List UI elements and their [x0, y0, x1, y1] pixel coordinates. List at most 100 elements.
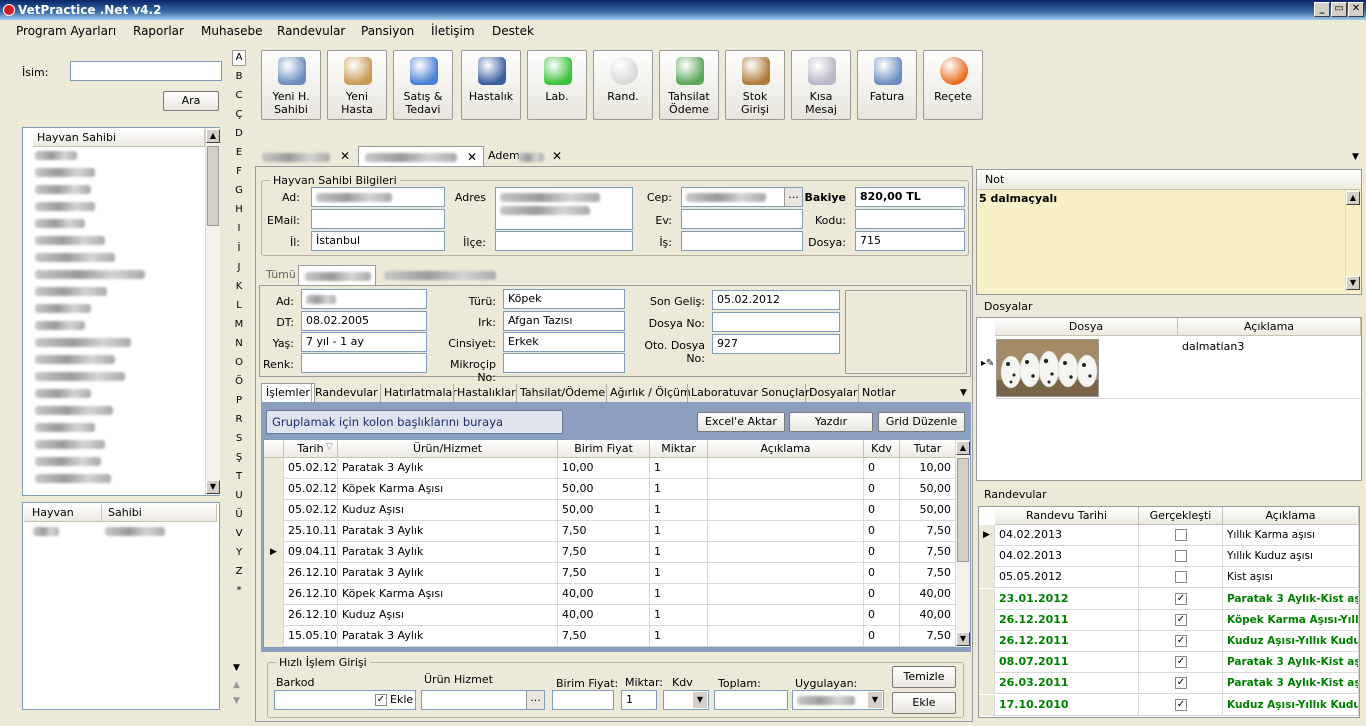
done-checkbox[interactable]: ✓	[1175, 592, 1187, 605]
table-row[interactable]: 26.12.10 Köpek Karma Aşısı 40,00 1 0 40,00	[264, 584, 956, 605]
appointment-row[interactable]: 04.02.2013 Yıllık Kuduz aşısı	[979, 546, 1359, 568]
unit-price-field[interactable]	[552, 690, 614, 710]
tab-overflow-icon[interactable]: ▼	[1352, 152, 1359, 162]
done-checkbox[interactable]	[1175, 571, 1187, 584]
alpha-letter[interactable]: D	[232, 128, 246, 139]
table-cell[interactable]: Kuduz Aşısı	[338, 500, 558, 521]
owner-name-field[interactable]	[311, 187, 445, 207]
alpha-letter[interactable]: U	[232, 490, 246, 501]
add-button[interactable]: Ekle	[892, 692, 956, 714]
menu-reports[interactable]: Raporlar	[133, 24, 184, 38]
table-cell[interactable]: 0	[864, 605, 900, 626]
alpha-letter[interactable]: J	[232, 262, 246, 273]
row-selector[interactable]	[979, 588, 995, 610]
table-cell[interactable]: 10,00	[558, 458, 650, 479]
table-cell[interactable]: 50,00	[900, 479, 956, 500]
table-cell[interactable]: 50,00	[900, 500, 956, 521]
table-cell[interactable]: 7,50	[558, 563, 650, 584]
owner-list[interactable]: Hayvan Sahibi ▲ ▼	[22, 127, 220, 496]
menu-accounting[interactable]: Muhasebe	[201, 24, 263, 38]
appt-header-done[interactable]: Gerçekleşti	[1139, 507, 1223, 525]
table-cell[interactable]: Paratak 3 Aylık	[338, 521, 558, 542]
detail-tab[interactable]: Tahsilat/Ödeme	[516, 384, 605, 402]
appointments-grid[interactable]: Randevu Tarihi Gerçekleşti Açıklama ▶ 04.…	[978, 506, 1360, 718]
alpha-letter[interactable]: A	[232, 52, 246, 63]
table-cell[interactable]	[708, 584, 864, 605]
table-row[interactable]: 26.12.10 Kuduz Aşısı 40,00 1 0 40,00	[264, 605, 956, 626]
appointment-done-cell[interactable]: ✓	[1139, 631, 1223, 652]
minimize-button[interactable]: _	[1314, 2, 1330, 17]
table-cell[interactable]: 0	[864, 584, 900, 605]
alpha-scroll-down-icon[interactable]: ▼	[233, 663, 240, 673]
toolbar-button-stethoscope[interactable]: Hastalık	[461, 50, 521, 120]
pet-color-field[interactable]	[301, 353, 427, 373]
table-cell[interactable]: 1	[650, 563, 708, 584]
done-checkbox[interactable]	[1175, 529, 1187, 541]
appointment-date[interactable]: 04.02.2013	[995, 525, 1139, 546]
alpha-scroll-down2-icon[interactable]: ▼	[233, 696, 240, 706]
alpha-scroll-up-icon[interactable]: ▲	[233, 680, 240, 690]
row-selector[interactable]	[979, 546, 995, 568]
appointment-description[interactable]: Yıllık Kuduz aşısı	[1223, 546, 1359, 568]
appointment-date[interactable]: 26.12.2011	[995, 609, 1139, 631]
detail-tab[interactable]: Dosyalar	[805, 384, 858, 402]
applied-by-select[interactable]: ▼	[792, 690, 884, 710]
toolbar-button-medicine[interactable]: Satış & Tedavi	[393, 50, 453, 120]
pet-list[interactable]: Hayvan Sahibi	[22, 502, 220, 710]
table-cell[interactable]: 7,50	[900, 626, 956, 647]
toolbar-button-envelope[interactable]: Kısa Mesaj	[791, 50, 851, 120]
detail-tab[interactable]: Hastalıklar	[453, 384, 516, 402]
table-row[interactable]: 05.02.12 Kuduz Aşısı 50,00 1 0 50,00	[264, 500, 956, 521]
alpha-letter[interactable]: C	[232, 90, 246, 101]
pet-species-field[interactable]: Köpek	[503, 289, 625, 309]
table-cell[interactable]: 50,00	[558, 500, 650, 521]
table-cell[interactable]: 50,00	[558, 479, 650, 500]
total-field[interactable]	[714, 690, 788, 710]
alpha-letter[interactable]: Ö	[232, 376, 246, 387]
owner-code-field[interactable]	[855, 209, 965, 229]
alpha-letter[interactable]: İ	[232, 243, 246, 254]
appointment-done-cell[interactable]: ✓	[1139, 673, 1223, 695]
detail-tab[interactable]: Hatırlatmalar	[380, 384, 457, 402]
owner-list-header[interactable]: Hayvan Sahibi	[33, 129, 205, 147]
alpha-letter[interactable]: Ş	[232, 452, 246, 463]
appointment-done-cell[interactable]	[1139, 546, 1223, 568]
row-selector[interactable]	[264, 500, 284, 521]
appointment-date[interactable]: 26.03.2011	[995, 673, 1139, 695]
toolbar-button-lab-bottle[interactable]: Lab.	[527, 50, 587, 120]
appointment-done-cell[interactable]: ✓	[1139, 652, 1223, 674]
row-selector[interactable]	[979, 567, 995, 589]
group-by-area[interactable]: Gruplamak için kolon başlıklarını buraya…	[266, 410, 563, 451]
files-header-description[interactable]: Açıklama	[1178, 318, 1361, 336]
operations-grid[interactable]: Tarih Ürün/Hizmet Birim Fiyat Miktar Açıklam…	[263, 439, 971, 648]
appointment-done-cell[interactable]: ✓	[1139, 609, 1223, 631]
row-selector[interactable]	[979, 694, 995, 716]
row-selector[interactable]	[264, 563, 284, 584]
appointment-date[interactable]: 04.02.2013	[995, 546, 1139, 568]
alpha-letter[interactable]: P	[232, 395, 246, 406]
grid-layout-button[interactable]: Grid Düzenle	[878, 412, 965, 432]
alpha-letter[interactable]: N	[232, 338, 246, 349]
export-excel-button[interactable]: Excel'e Aktar	[697, 412, 785, 432]
table-row[interactable]: 05.02.12 Paratak 3 Aylık 10,00 1 0 10,00	[264, 458, 956, 479]
alpha-letter[interactable]: B	[232, 71, 246, 82]
table-cell[interactable]: 1	[650, 542, 708, 563]
table-cell[interactable]: Paratak 3 Aylık	[338, 458, 558, 479]
close-tab-icon[interactable]: ✕	[467, 149, 477, 165]
pet-photo-box[interactable]	[845, 290, 967, 374]
pet-list-header-pet[interactable]: Hayvan	[24, 504, 102, 522]
scroll-up-icon[interactable]: ▲	[956, 441, 970, 455]
table-cell[interactable]: Köpek Karma Aşısı	[338, 479, 558, 500]
ops-header-1[interactable]: Ürün/Hizmet	[338, 440, 558, 458]
done-checkbox[interactable]	[1175, 550, 1187, 563]
pet-list-header-owner[interactable]: Sahibi	[102, 504, 217, 522]
table-cell[interactable]: 15.05.10	[284, 626, 338, 647]
owner-district-field[interactable]	[495, 231, 633, 251]
table-cell[interactable]: 1	[650, 584, 708, 605]
row-selector[interactable]: ▶	[979, 525, 995, 546]
detail-tab[interactable]: Laboratuvar Sonuçları	[687, 384, 812, 402]
table-cell[interactable]: 26.12.10	[284, 605, 338, 626]
files-header-file[interactable]: Dosya	[995, 318, 1178, 336]
appointment-date[interactable]: 05.05.2012	[995, 567, 1139, 589]
search-button[interactable]: Ara	[163, 91, 219, 111]
